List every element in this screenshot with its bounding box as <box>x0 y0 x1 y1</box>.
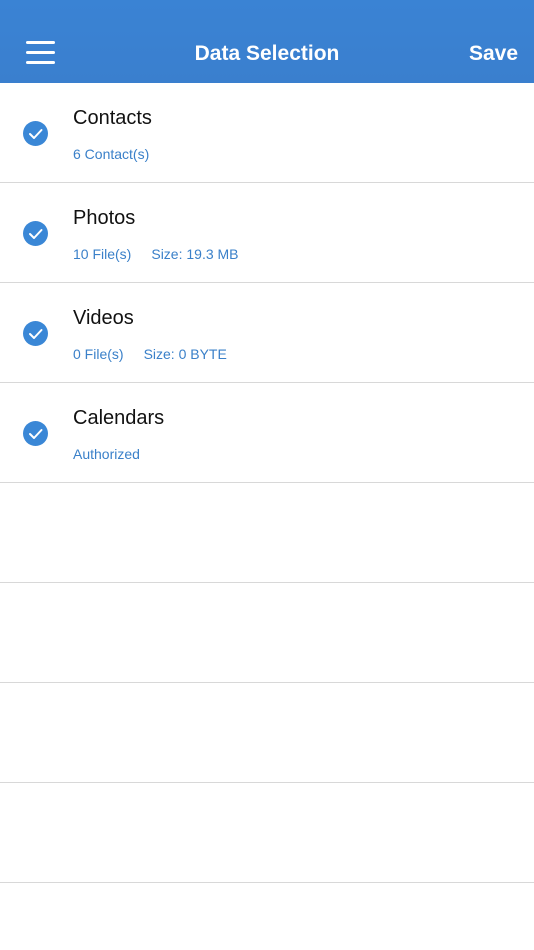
navigation-bar: Data Selection Save <box>0 0 534 83</box>
checkmark-icon[interactable] <box>23 421 48 446</box>
item-count: 6 Contact(s) <box>73 146 150 162</box>
list-item-title: Videos <box>73 307 134 329</box>
page-title: Data Selection <box>194 42 340 65</box>
empty-row <box>0 783 534 883</box>
empty-row <box>0 583 534 683</box>
list-item-title: Photos <box>73 207 136 229</box>
checkmark-icon[interactable] <box>23 221 48 246</box>
item-size: Size: 19.3 MB <box>151 246 239 262</box>
list-item-detail: 0 File(s) Size: 0 BYTE <box>73 345 227 363</box>
empty-row <box>0 483 534 583</box>
list-item-calendars[interactable]: Calendars Authorized <box>0 383 534 483</box>
list-item-detail: 6 Contact(s) <box>73 145 149 163</box>
data-selection-list: Contacts 6 Contact(s) Photos 10 File(s) S… <box>0 83 534 883</box>
list-item-title: Calendars <box>73 407 165 429</box>
list-item-title: Contacts <box>73 107 152 129</box>
item-status: Authorized <box>73 446 140 462</box>
list-item-photos[interactable]: Photos 10 File(s) Size: 19.3 MB <box>0 183 534 283</box>
checkmark-icon[interactable] <box>23 321 48 346</box>
save-button[interactable]: Save <box>469 40 518 68</box>
checkmark-icon[interactable] <box>23 121 48 146</box>
list-item-detail: Authorized <box>73 445 140 463</box>
empty-row <box>0 683 534 783</box>
item-size: Size: 0 BYTE <box>143 346 227 362</box>
item-count: 10 File(s) <box>73 246 132 262</box>
list-item-videos[interactable]: Videos 0 File(s) Size: 0 BYTE <box>0 283 534 383</box>
list-item-detail: 10 File(s) Size: 19.3 MB <box>73 245 239 263</box>
list-item-contacts[interactable]: Contacts 6 Contact(s) <box>0 83 534 183</box>
item-count: 0 File(s) <box>73 346 124 362</box>
